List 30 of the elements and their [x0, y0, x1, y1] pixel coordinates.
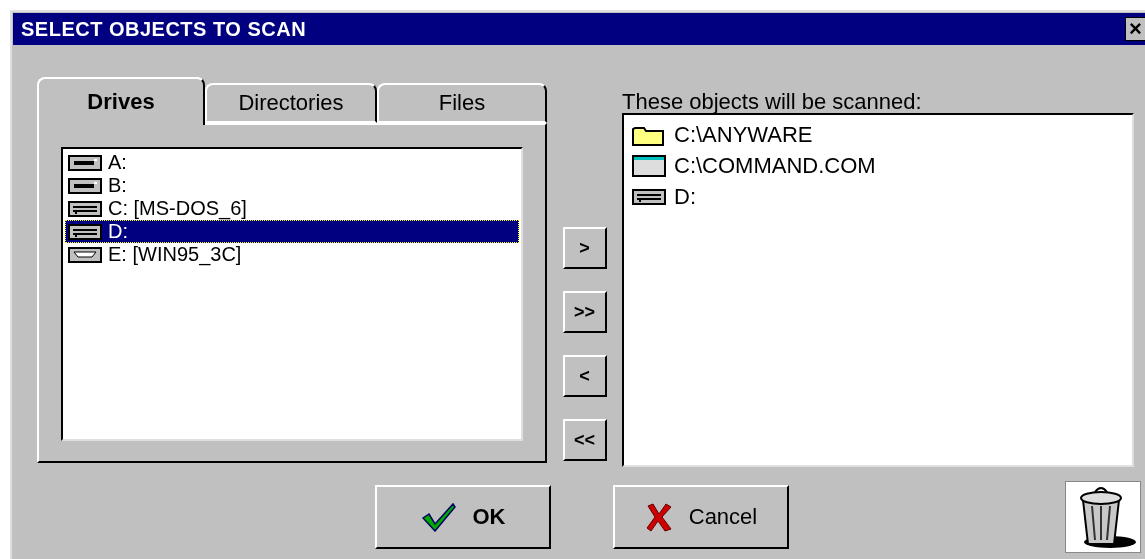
hard-drive-icon	[68, 200, 102, 217]
tab[interactable]: Drives	[37, 77, 205, 125]
scan-item[interactable]: C:\ANYWARE	[674, 121, 813, 148]
file-icon	[632, 154, 666, 177]
trash-can-icon[interactable]	[1065, 481, 1141, 553]
floppy-drive-icon	[68, 177, 102, 194]
cross-icon	[644, 502, 673, 532]
drive-item[interactable]: D:	[65, 220, 519, 243]
move-button[interactable]: <	[562, 355, 607, 397]
move-button[interactable]: >>	[562, 291, 607, 333]
checkmark-icon	[420, 502, 457, 532]
hard-drive-icon	[68, 223, 102, 240]
move-button[interactable]: <<	[562, 419, 607, 461]
floppy-drive-icon	[68, 154, 102, 171]
tab[interactable]: Files	[377, 83, 547, 123]
drive-item[interactable]: C: [MS-DOS_6]	[65, 197, 519, 220]
close-button[interactable]: ×	[1125, 17, 1145, 41]
scan-item[interactable]: D:	[674, 183, 696, 210]
drive-item[interactable]: B:	[65, 174, 519, 197]
cancel-button[interactable]: Cancel	[613, 485, 789, 549]
move-button[interactable]: >	[562, 227, 607, 269]
scan-item[interactable]: C:\COMMAND.COM	[674, 152, 876, 179]
hard-drive-icon	[632, 188, 666, 205]
ok-button[interactable]: OK	[375, 485, 551, 549]
tab[interactable]: Directories	[205, 83, 377, 123]
window-title: SELECT OBJECTS TO SCAN	[21, 17, 307, 41]
drive-item[interactable]: A:	[65, 151, 519, 174]
list-label: These objects will be scanned:	[622, 88, 923, 113]
cd-drive-icon	[68, 246, 102, 263]
drive-item[interactable]: E: [WIN95_3C]	[65, 243, 519, 266]
